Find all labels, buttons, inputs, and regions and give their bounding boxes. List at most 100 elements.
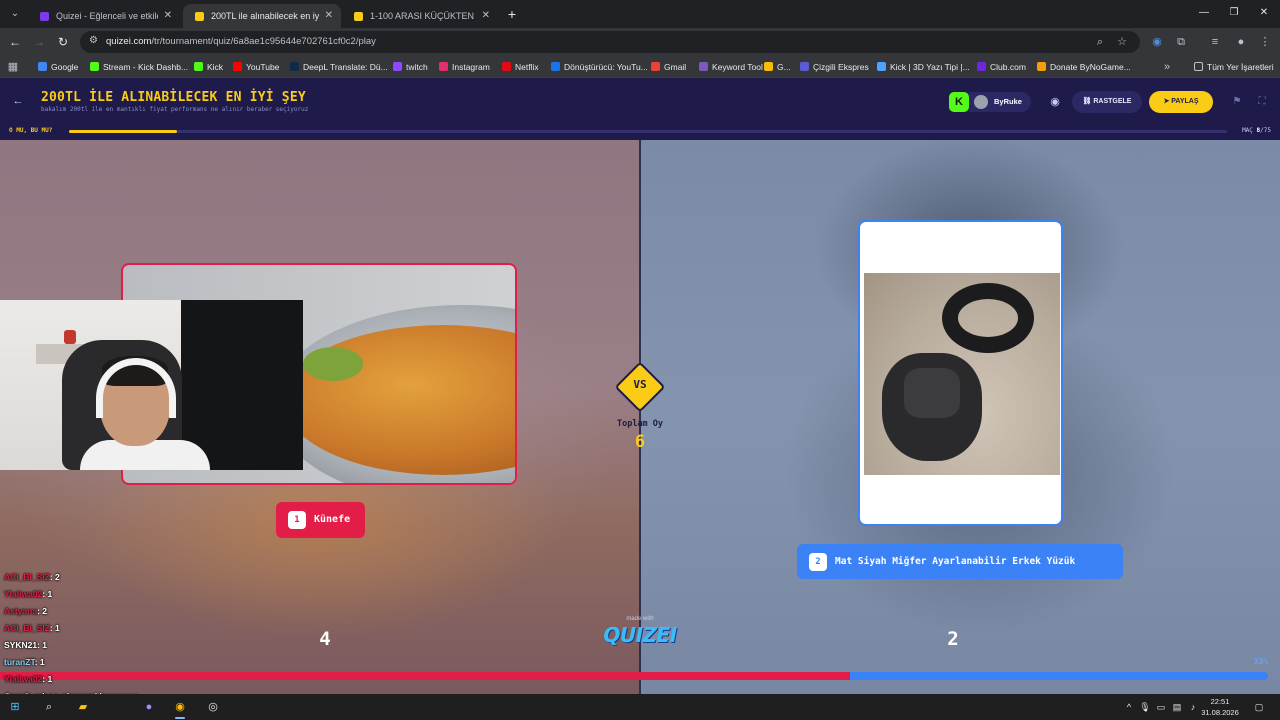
close-tab-icon[interactable]: ✕ bbox=[482, 4, 490, 28]
site-settings-icon[interactable]: ⚙ bbox=[89, 35, 98, 46]
share-label: PAYLAŞ bbox=[1171, 98, 1199, 105]
bookmark-item[interactable]: Club.com bbox=[977, 56, 1026, 78]
obs-icon[interactable]: ◎ bbox=[204, 698, 222, 716]
bookmark-item[interactable]: Kick | 3D Yazı Tipi |... bbox=[877, 56, 970, 78]
quiz-subtitle: bakalım 200tl ile en mantıklı fiyat perf… bbox=[41, 106, 309, 113]
option-1-label-button[interactable]: 1 Künefe bbox=[276, 502, 365, 538]
forward-icon[interactable]: → bbox=[30, 33, 48, 51]
apps-grid-icon[interactable]: ▦ bbox=[4, 58, 22, 76]
option-1-score: 4 bbox=[319, 628, 331, 650]
notifications-icon[interactable]: ▢ bbox=[1252, 699, 1266, 715]
folder-icon bbox=[1194, 62, 1203, 71]
bookmark-item[interactable]: Stream - Kick Dashb... bbox=[90, 56, 188, 78]
bookmark-label: Dönüştürücü: YouTu... bbox=[564, 62, 648, 72]
microphone-icon[interactable]: 🎙 bbox=[1138, 699, 1152, 715]
chat-username: ACI_BI_SIZ bbox=[4, 572, 50, 582]
center-divider bbox=[639, 140, 641, 694]
chat-username: Ylaliwa02 bbox=[4, 674, 43, 684]
keyword-icon bbox=[699, 62, 708, 71]
more-menu-icon[interactable]: ⋮ bbox=[1256, 33, 1274, 51]
bookmark-label: Çizgili Ekspres bbox=[813, 62, 869, 72]
tab-1-100-quiz[interactable]: 1-100 ARASI KÜÇÜKTEN BÜYÜ ✕ bbox=[342, 4, 498, 28]
webcam-overlay bbox=[0, 300, 303, 470]
fullscreen-icon[interactable]: ⛶ bbox=[1254, 94, 1270, 110]
chat-message: Astyana: 2 bbox=[4, 604, 47, 618]
club-icon bbox=[977, 62, 986, 71]
avatar bbox=[974, 95, 988, 109]
chat-username: Ylaliwa02 bbox=[4, 589, 43, 599]
bookmark-item[interactable]: Gmail bbox=[651, 56, 686, 78]
flag-icon[interactable]: ⚑ bbox=[1229, 94, 1245, 110]
all-bookmarks-folder[interactable]: Tüm Yer İşaretleri bbox=[1194, 56, 1274, 78]
back-icon[interactable]: ← bbox=[6, 33, 24, 51]
cup-shape bbox=[64, 330, 76, 344]
chat-message: Ylaliwa02: 1 bbox=[4, 672, 52, 686]
bookmark-item[interactable]: Keyword Tool bbox=[699, 56, 763, 78]
chat-text: : 2 bbox=[37, 606, 47, 616]
address-bar[interactable]: ⚙ quizei.com/tr/tournament/quiz/6a8ae1c9… bbox=[80, 31, 1140, 53]
close-tab-icon[interactable]: ✕ bbox=[325, 4, 333, 28]
bookmark-label: DeepL Translate: Dü... bbox=[303, 62, 388, 72]
bookmark-item[interactable]: Kick bbox=[194, 56, 223, 78]
discord-icon[interactable]: ● bbox=[140, 698, 158, 716]
bookmark-label: Gmail bbox=[664, 62, 687, 72]
bookmark-item[interactable]: DeepL Translate: Dü... bbox=[290, 56, 388, 78]
close-window-icon[interactable]: ✕ bbox=[1254, 4, 1274, 22]
chat-message: turanZT: 1 bbox=[4, 655, 45, 669]
option-2-image[interactable] bbox=[858, 220, 1063, 526]
tab-quizei-home[interactable]: Quizei - Eğlenceli ve etkileşimli ✕ bbox=[28, 4, 180, 28]
random-button[interactable]: ⛓ RASTGELE bbox=[1072, 91, 1142, 113]
bookmark-item[interactable]: Çizgili Ekspres bbox=[800, 56, 869, 78]
bookmark-item[interactable]: Donate ByNoGame... bbox=[1037, 56, 1131, 78]
progress-label: O MU, BU MU? bbox=[9, 127, 53, 134]
profile-avatar-icon[interactable]: ● bbox=[1232, 33, 1250, 51]
option-2-label-button[interactable]: 2 Mat Siyah Miğfer Ayarlanabilir Erkek Y… bbox=[797, 544, 1123, 579]
taskbar-search-icon[interactable]: ⌕ bbox=[40, 698, 58, 716]
kick-logo-icon[interactable]: K bbox=[949, 92, 969, 112]
network-icon[interactable]: ▤ bbox=[1170, 699, 1184, 715]
new-tab-button[interactable]: + bbox=[503, 5, 521, 23]
windows-start-icon[interactable]: ⊞ bbox=[6, 698, 24, 716]
minimize-icon[interactable]: — bbox=[1194, 4, 1214, 22]
share-button[interactable]: ➤ PAYLAŞ bbox=[1149, 91, 1213, 113]
back-arrow-icon[interactable]: ← bbox=[10, 93, 26, 109]
close-tab-icon[interactable]: ✕ bbox=[164, 4, 172, 28]
bookmark-item[interactable]: Netflix bbox=[502, 56, 539, 78]
quizei-favicon-icon bbox=[354, 12, 363, 21]
system-clock[interactable]: 22:51 31.08.2026 bbox=[1198, 696, 1242, 718]
chat-text: : 1 bbox=[42, 589, 53, 599]
option-2-percent: 33% bbox=[1253, 657, 1268, 666]
more-bookmarks-chevron-icon[interactable]: » bbox=[1158, 58, 1176, 76]
restore-icon[interactable]: ❐ bbox=[1224, 4, 1244, 22]
chrome-icon[interactable]: ◉ bbox=[171, 698, 189, 716]
tab-search-chevron-icon[interactable]: ⌄ bbox=[6, 5, 24, 23]
reload-icon[interactable]: ↻ bbox=[54, 33, 72, 51]
zoom-icon[interactable]: ⌕ bbox=[1092, 34, 1108, 50]
file-explorer-icon[interactable]: ▰ bbox=[74, 698, 92, 716]
bookmark-item[interactable]: YouTube bbox=[233, 56, 279, 78]
media-control-icon[interactable]: ≡ bbox=[1206, 33, 1224, 51]
bookmark-item[interactable]: twitch bbox=[393, 56, 428, 78]
quiz-title: 200TL İLE ALINABİLECEK EN İYİ ŞEY bbox=[41, 90, 306, 105]
chat-text: : 1 bbox=[34, 657, 45, 667]
bookmark-item[interactable]: Dönüştürücü: YouTu... bbox=[551, 56, 648, 78]
donate-icon bbox=[1037, 62, 1046, 71]
bookmark-star-icon[interactable]: ☆ bbox=[1114, 34, 1130, 50]
bookmark-label: Club.com bbox=[990, 62, 1026, 72]
option-2-score: 2 bbox=[947, 628, 959, 650]
extension-icon[interactable]: ◉ bbox=[1148, 33, 1166, 51]
gmail-icon bbox=[651, 62, 660, 71]
tab-title: 1-100 ARASI KÜÇÜKTEN BÜYÜ bbox=[370, 11, 476, 21]
extensions-puzzle-icon[interactable]: ⧉ bbox=[1172, 33, 1190, 51]
tab-200tl-quiz[interactable]: 200TL ile alınabilecek en iyi şey ✕ bbox=[183, 4, 341, 28]
eye-icon[interactable]: ◉ bbox=[1045, 92, 1065, 112]
bookmark-item[interactable]: Google bbox=[38, 56, 78, 78]
made-with-label: made with bbox=[626, 616, 654, 622]
bookmark-item[interactable]: Instagram bbox=[439, 56, 490, 78]
display-icon[interactable]: ▭ bbox=[1154, 699, 1168, 715]
tab-title: Quizei - Eğlenceli ve etkileşimli bbox=[56, 11, 158, 21]
show-hidden-icons-icon[interactable]: ^ bbox=[1122, 699, 1136, 715]
bookmark-item[interactable]: G... bbox=[764, 56, 791, 78]
bookmark-label: Donate ByNoGame... bbox=[1050, 62, 1131, 72]
user-badge[interactable]: ByRuke bbox=[969, 92, 1031, 112]
